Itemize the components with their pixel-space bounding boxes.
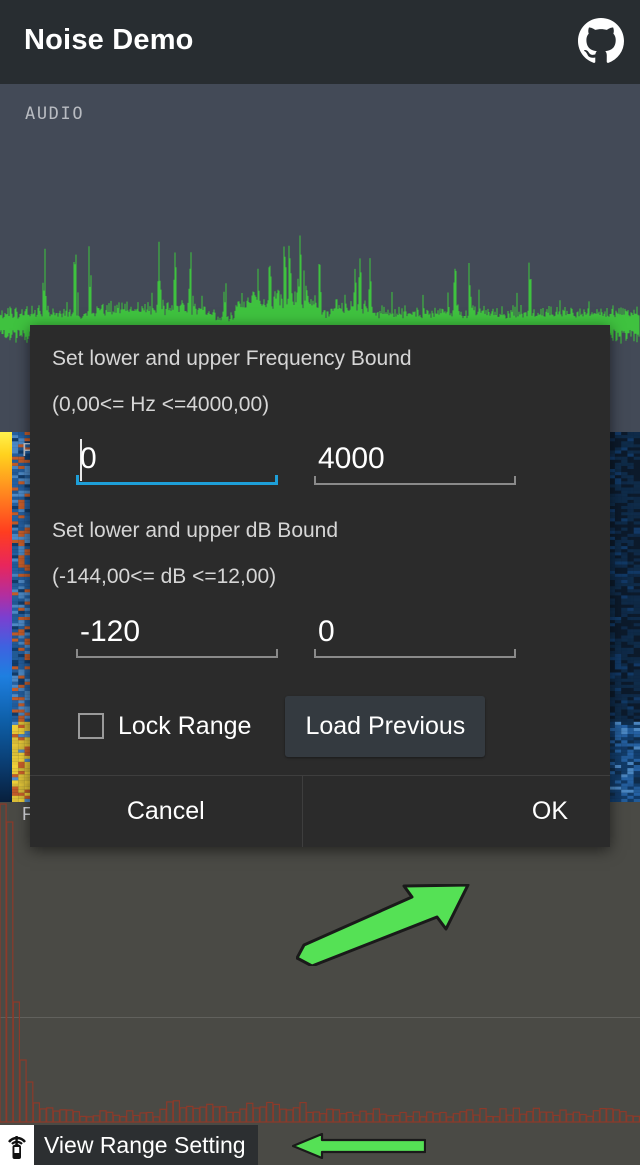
bottom-bar-label: View Range Setting [44, 1131, 246, 1158]
frequency-lower-field[interactable] [76, 435, 278, 497]
microphone-signal-icon [0, 1125, 34, 1165]
frequency-bound-range: (0,00<= Hz <=4000,00) [52, 393, 270, 417]
db-field-row [52, 607, 588, 670]
dialog-body: Set lower and upper Frequency Bound (0,0… [30, 325, 610, 775]
db-bound-range: (-144,00<= dB <=12,00) [52, 565, 277, 589]
view-range-setting-menu-item[interactable]: View Range Setting [0, 1125, 258, 1165]
frequency-bound-title: Set lower and upper Frequency Bound [52, 347, 412, 370]
lock-range-checkbox-wrap[interactable]: Lock Range [78, 712, 251, 741]
field-underline-focused [76, 475, 278, 486]
arrow-pointing-to-view-range-setting-icon [292, 1133, 426, 1159]
field-underline [76, 648, 278, 658]
frequency-lower-input[interactable] [76, 435, 278, 484]
db-upper-input[interactable] [314, 607, 516, 656]
bottom-bar: View Range Setting [0, 1125, 640, 1165]
frequency-field-row [52, 435, 588, 497]
lock-range-checkbox[interactable] [78, 713, 104, 740]
db-lower-field[interactable] [76, 607, 278, 670]
app-root: Noise Demo AUDIO F F Set lower and upper… [0, 0, 640, 1165]
load-previous-button[interactable]: Load Previous [285, 695, 486, 757]
db-upper-field[interactable] [314, 607, 516, 670]
lock-range-label: Lock Range [118, 711, 252, 740]
frequency-upper-field[interactable] [314, 435, 516, 497]
view-range-setting-dialog: Set lower and upper Frequency Bound (0,0… [30, 325, 610, 847]
ok-button[interactable]: OK [301, 775, 611, 847]
frequency-upper-input[interactable] [314, 435, 516, 484]
field-underline [314, 648, 516, 658]
db-bound-title: Set lower and upper dB Bound [52, 519, 339, 543]
options-row: Lock Range Load Previous [78, 695, 588, 757]
cancel-button[interactable]: Cancel [30, 776, 302, 847]
dialog-actions: Cancel OK [30, 774, 611, 847]
field-underline [314, 476, 516, 486]
db-lower-input[interactable] [76, 607, 278, 656]
